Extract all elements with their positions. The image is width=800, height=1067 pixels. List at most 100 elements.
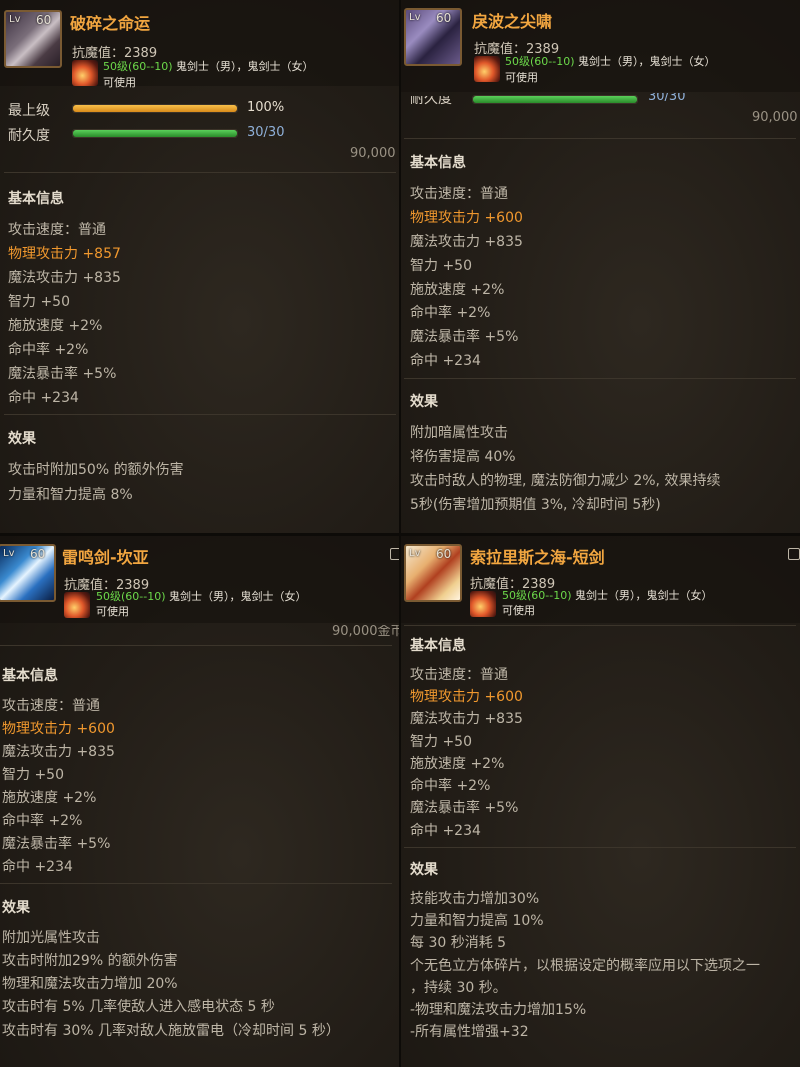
section-title-effect: 效果 — [2, 900, 30, 916]
level-value: 60 — [436, 547, 452, 561]
stat-line: 物理攻击力 +600 — [410, 210, 523, 226]
level-requirement: 50级(60--10) — [505, 55, 575, 68]
effect-line: 攻击时有 5% 几率使敌人进入感电状态 5 秒 — [2, 999, 275, 1015]
divider — [404, 138, 796, 139]
stat-line: 魔法暴击率 +5% — [2, 836, 111, 852]
item-tooltip-panel: Lv 60 雷鸣剑-坎亚 抗魔值：2389 50级(60--10) 鬼剑士（男）… — [0, 535, 400, 1067]
effect-line: 力量和智力提高 8% — [8, 487, 133, 503]
stat-line: 魔法攻击力 +835 — [410, 711, 523, 727]
effect-line: 攻击时敌人的物理, 魔法防御力减少 2%, 效果持续 — [410, 473, 721, 489]
effect-line: -所有属性增强+32 — [410, 1024, 529, 1040]
stat-line: 施放速度 +2% — [410, 282, 505, 298]
requirement-text: 50级(60--10) 鬼剑士（男），鬼剑士（女） — [103, 58, 314, 74]
stat-line: 智力 +50 — [2, 767, 64, 783]
durability-bar — [472, 95, 638, 104]
section-title-basic: 基本信息 — [2, 668, 58, 684]
requirement-text: 50级(60--10) 鬼剑士（男），鬼剑士（女） — [502, 587, 713, 603]
divider — [0, 883, 392, 884]
stat-line: 命中率 +2% — [2, 813, 83, 829]
section-title-effect: 效果 — [410, 394, 438, 410]
stat-line: 命中 +234 — [410, 353, 481, 369]
stat-line: 命中 +234 — [410, 823, 481, 839]
stat-line: 施放速度 +2% — [410, 756, 505, 772]
panel-divider-horizontal — [0, 533, 800, 536]
effect-line: 攻击时附加29% 的额外伤害 — [2, 953, 178, 969]
level-prefix: Lv — [9, 14, 21, 25]
level-prefix: Lv — [3, 548, 15, 559]
stat-line: 魔法攻击力 +835 — [2, 744, 115, 760]
requirement-text: 50级(60--10) 鬼剑士（男），鬼剑士（女） — [96, 588, 307, 604]
stat-line: 施放速度 +2% — [8, 318, 103, 334]
sell-price: 90,000 — [350, 146, 396, 161]
effect-line: 附加光属性攻击 — [2, 930, 100, 946]
divider — [4, 172, 396, 173]
level-value: 60 — [30, 547, 46, 561]
level-value: 60 — [436, 11, 452, 25]
thunder-sword-kanya-icon[interactable]: Lv 60 — [0, 544, 56, 602]
item-title: 索拉里斯之海-短剑 — [470, 548, 605, 567]
stat-line: 攻击速度：普通 — [410, 667, 508, 683]
stat-line: 魔法暴击率 +5% — [410, 800, 519, 816]
divider — [4, 414, 396, 415]
effect-line: 技能攻击力增加30% — [410, 891, 540, 907]
stat-line: 物理攻击力 +857 — [8, 246, 121, 262]
level-prefix: Lv — [409, 548, 421, 559]
stat-line: 魔法攻击力 +835 — [8, 270, 121, 286]
item-title: 戾波之尖啸 — [472, 12, 553, 31]
solaris-sea-short-sword-icon[interactable]: Lv 60 — [404, 544, 462, 602]
stat-line: 命中 +234 — [2, 859, 73, 875]
requirement-text: 50级(60--10) 鬼剑士（男），鬼剑士（女） — [505, 53, 716, 69]
usable-status: 可使用 — [96, 605, 129, 618]
effect-line: 每 30 秒消耗 5 — [410, 935, 507, 951]
grade-bar — [72, 104, 238, 113]
level-prefix: Lv — [409, 12, 421, 23]
stat-line: 命中率 +2% — [410, 305, 491, 321]
stat-line: 攻击速度：普通 — [410, 186, 508, 202]
section-title-basic: 基本信息 — [8, 191, 64, 207]
stat-line: 魔法暴击率 +5% — [8, 366, 117, 382]
level-requirement: 50级(60--10) — [96, 590, 166, 603]
tooltip-header — [0, 535, 400, 623]
stat-line: 物理攻击力 +600 — [2, 721, 115, 737]
stat-line: 攻击速度：普通 — [2, 698, 100, 714]
stat-line: 命中 +234 — [8, 390, 79, 406]
item-tooltip-panel: Lv 60 破碎之命运 抗魔值：2389 50级(60--10) 鬼剑士（男），… — [0, 0, 400, 535]
grade-value: 100% — [247, 100, 285, 115]
stat-line: 施放速度 +2% — [2, 790, 97, 806]
usable-status: 可使用 — [103, 76, 136, 89]
effect-line: 将伤害提高 40% — [410, 449, 516, 465]
section-title-basic: 基本信息 — [410, 638, 466, 654]
level-requirement: 50级(60--10) — [103, 60, 173, 73]
divider — [404, 847, 796, 848]
stat-line: 智力 +50 — [410, 258, 472, 274]
wave-fang-scream-weapon-icon[interactable]: Lv 60 — [404, 8, 462, 66]
flame-icon — [474, 56, 500, 82]
shattered-fate-weapon-icon[interactable]: Lv 60 — [4, 10, 62, 68]
flame-icon — [72, 60, 98, 86]
durability-label: 耐久度 — [8, 128, 50, 144]
level-requirement: 50级(60--10) — [502, 589, 572, 602]
class-requirement: 鬼剑士（男），鬼剑士（女） — [172, 60, 314, 73]
grade-label: 最上级 — [8, 103, 50, 119]
item-tooltip-panel: Lv 60 戾波之尖啸 抗魔值：2389 50级(60--10) 鬼剑士（男），… — [400, 0, 800, 535]
edit-icon[interactable] — [788, 548, 800, 560]
item-title: 破碎之命运 — [70, 14, 151, 33]
effect-line: 5秒(伤害增加预期值 3%, 冷却时间 5秒) — [410, 497, 661, 513]
section-title-effect: 效果 — [410, 862, 438, 878]
effect-line: 攻击时附加50% 的额外伤害 — [8, 462, 184, 478]
usable-status: 可使用 — [505, 71, 538, 84]
stat-line: 智力 +50 — [8, 294, 70, 310]
effect-line: 个无色立方体碎片，以根据设定的概率应用以下选项之一 — [410, 958, 760, 974]
usable-status: 可使用 — [502, 604, 535, 617]
item-tooltip-panel: Lv 60 索拉里斯之海-短剑 抗魔值：2389 50级(60--10) 鬼剑士… — [400, 535, 800, 1067]
durability-bar — [72, 129, 238, 138]
class-requirement: 鬼剑士（男），鬼剑士（女） — [574, 55, 716, 68]
class-requirement: 鬼剑士（男），鬼剑士（女） — [571, 589, 713, 602]
effect-line: 力量和智力提高 10% — [410, 913, 544, 929]
stat-line: 魔法攻击力 +835 — [410, 234, 523, 250]
effect-line: 物理和魔法攻击力增加 20% — [2, 976, 178, 992]
divider — [0, 645, 392, 646]
divider — [404, 625, 796, 626]
flame-icon — [470, 591, 496, 617]
divider — [404, 378, 796, 379]
